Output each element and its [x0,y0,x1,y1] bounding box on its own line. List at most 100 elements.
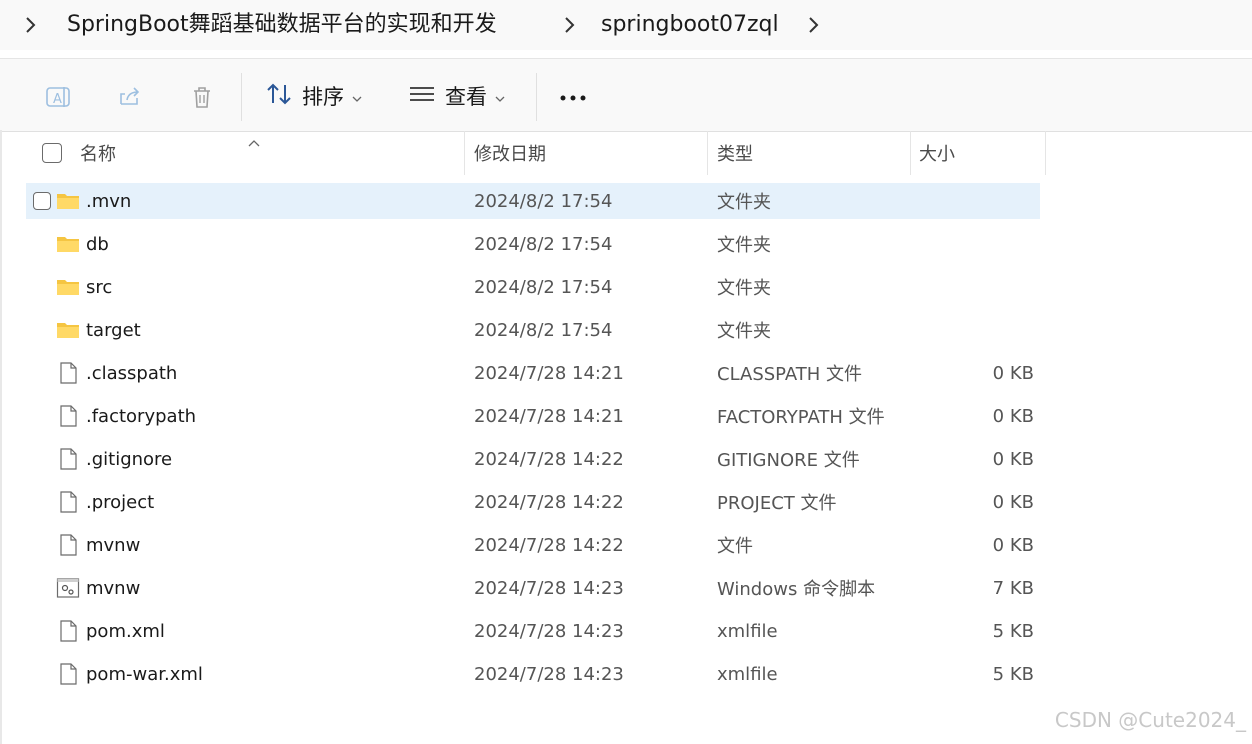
file-row[interactable]: src 2024/8/2 17:54 文件夹 [26,269,1040,305]
file-size: 0 KB [992,362,1034,384]
column-header-size[interactable]: 大小 [919,131,955,175]
file-name[interactable]: pom-war.xml [86,656,203,692]
file-name[interactable]: mvnw [86,527,140,563]
file-name[interactable]: db [86,226,109,262]
file-date: 2024/7/28 14:22 [474,448,624,470]
file-type: 文件夹 [717,278,771,299]
file-type: 文件 [717,536,753,557]
file-type: FACTORYPATH 文件 [717,407,885,428]
file-row[interactable]: .gitignore 2024/7/28 14:22 GITIGNORE 文件 0 K… [26,441,1040,477]
file-row[interactable]: .classpath 2024/7/28 14:21 CLASSPATH 文件 0 K… [26,355,1040,391]
file-size: 5 KB [992,620,1034,642]
column-divider[interactable] [910,131,911,175]
chevron-down-icon [352,84,362,108]
file-date: 2024/8/2 17:54 [474,233,613,255]
file-name[interactable]: src [86,269,112,305]
file-row[interactable]: db 2024/8/2 17:54 文件夹 [26,226,1040,262]
chevron-right-icon[interactable] [22,12,38,38]
file-icon [56,662,80,686]
file-icon [56,361,80,385]
script-icon [56,576,80,600]
file-type: CLASSPATH 文件 [717,364,863,385]
file-name[interactable]: target [86,312,141,348]
breadcrumb: SpringBoot舞蹈基础数据平台的实现和开发 springboot07zql [0,0,1252,50]
file-name[interactable]: .factorypath [86,398,196,434]
file-name[interactable]: .classpath [86,355,177,391]
chevron-down-icon [495,84,505,108]
rename-icon[interactable]: A [44,83,72,111]
column-header-type[interactable]: 类型 [717,131,753,175]
file-icon [56,490,80,514]
file-date: 2024/7/28 14:21 [474,362,624,384]
file-date: 2024/7/28 14:23 [474,620,624,642]
file-row[interactable]: .project 2024/7/28 14:22 PROJECT 文件 0 KB [26,484,1040,520]
file-name[interactable]: .gitignore [86,441,172,477]
file-name[interactable]: .project [86,484,154,520]
breadcrumb-item-project[interactable]: SpringBoot舞蹈基础数据平台的实现和开发 [67,10,497,40]
file-size: 5 KB [992,663,1034,685]
sort-label: 排序 [302,85,344,109]
sort-button[interactable]: 排序 [266,81,362,111]
file-date: 2024/7/28 14:23 [474,577,624,599]
file-row[interactable]: pom.xml 2024/7/28 14:23 xmlfile 5 KB [26,613,1040,649]
file-icon [56,404,80,428]
file-name[interactable]: .mvn [86,183,131,219]
file-size: 0 KB [992,405,1034,427]
file-date: 2024/7/28 14:22 [474,534,624,556]
file-size: 0 KB [992,448,1034,470]
view-button[interactable]: 查看 [409,81,505,111]
list-view-icon [409,84,435,109]
trash-icon[interactable] [188,83,216,111]
file-size: 0 KB [992,534,1034,556]
file-icon [56,619,80,643]
file-row[interactable]: .factorypath 2024/7/28 14:21 FACTORYPATH 文… [26,398,1040,434]
file-date: 2024/8/2 17:54 [474,319,613,341]
file-date: 2024/8/2 17:54 [474,276,613,298]
file-size: 7 KB [992,577,1034,599]
select-all-checkbox[interactable] [42,143,62,163]
column-header-row: 名称 修改日期 类型 大小 [0,131,1252,175]
file-type: 文件夹 [717,192,771,213]
toolbar-divider [241,73,242,121]
folder-icon [56,275,80,299]
column-divider[interactable] [1045,131,1046,175]
view-label: 查看 [445,85,487,109]
column-divider[interactable] [464,131,465,175]
file-date: 2024/7/28 14:22 [474,491,624,513]
column-header-date[interactable]: 修改日期 [474,131,546,175]
share-icon[interactable] [116,83,144,111]
file-date: 2024/8/2 17:54 [474,190,613,212]
chevron-right-icon[interactable] [805,12,821,38]
navigation-pane-edge [0,130,2,744]
file-icon [56,447,80,471]
file-row[interactable]: mvnw 2024/7/28 14:23 Windows 命令脚本 7 KB [26,570,1040,606]
breadcrumb-item-folder[interactable]: springboot07zql [601,10,779,40]
file-row[interactable]: mvnw 2024/7/28 14:22 文件 0 KB [26,527,1040,563]
folder-icon [56,189,80,213]
command-bar: A 排序 查看 [0,58,1252,132]
file-type: GITIGNORE 文件 [717,450,860,471]
svg-text:A: A [53,92,62,107]
sort-icon [266,82,292,111]
toolbar-divider [536,73,537,121]
file-row[interactable]: target 2024/8/2 17:54 文件夹 [26,312,1040,348]
file-date: 2024/7/28 14:21 [474,405,624,427]
row-checkbox[interactable] [33,192,51,210]
file-type: xmlfile [717,620,778,642]
column-header-name[interactable]: 名称 [80,131,116,175]
chevron-right-icon[interactable] [561,12,577,38]
file-size: 0 KB [992,491,1034,513]
column-divider[interactable] [707,131,708,175]
more-options-button[interactable] [558,81,588,111]
file-date: 2024/7/28 14:23 [474,663,624,685]
file-name[interactable]: pom.xml [86,613,165,649]
file-type: PROJECT 文件 [717,493,837,514]
file-name[interactable]: mvnw [86,570,140,606]
file-type: Windows 命令脚本 [717,579,876,600]
more-icon [559,87,587,106]
file-row[interactable]: .mvn 2024/8/2 17:54 文件夹 [26,183,1040,219]
file-type: 文件夹 [717,235,771,256]
file-type: xmlfile [717,663,778,685]
file-row[interactable]: pom-war.xml 2024/7/28 14:23 xmlfile 5 KB [26,656,1040,692]
file-icon [56,533,80,557]
